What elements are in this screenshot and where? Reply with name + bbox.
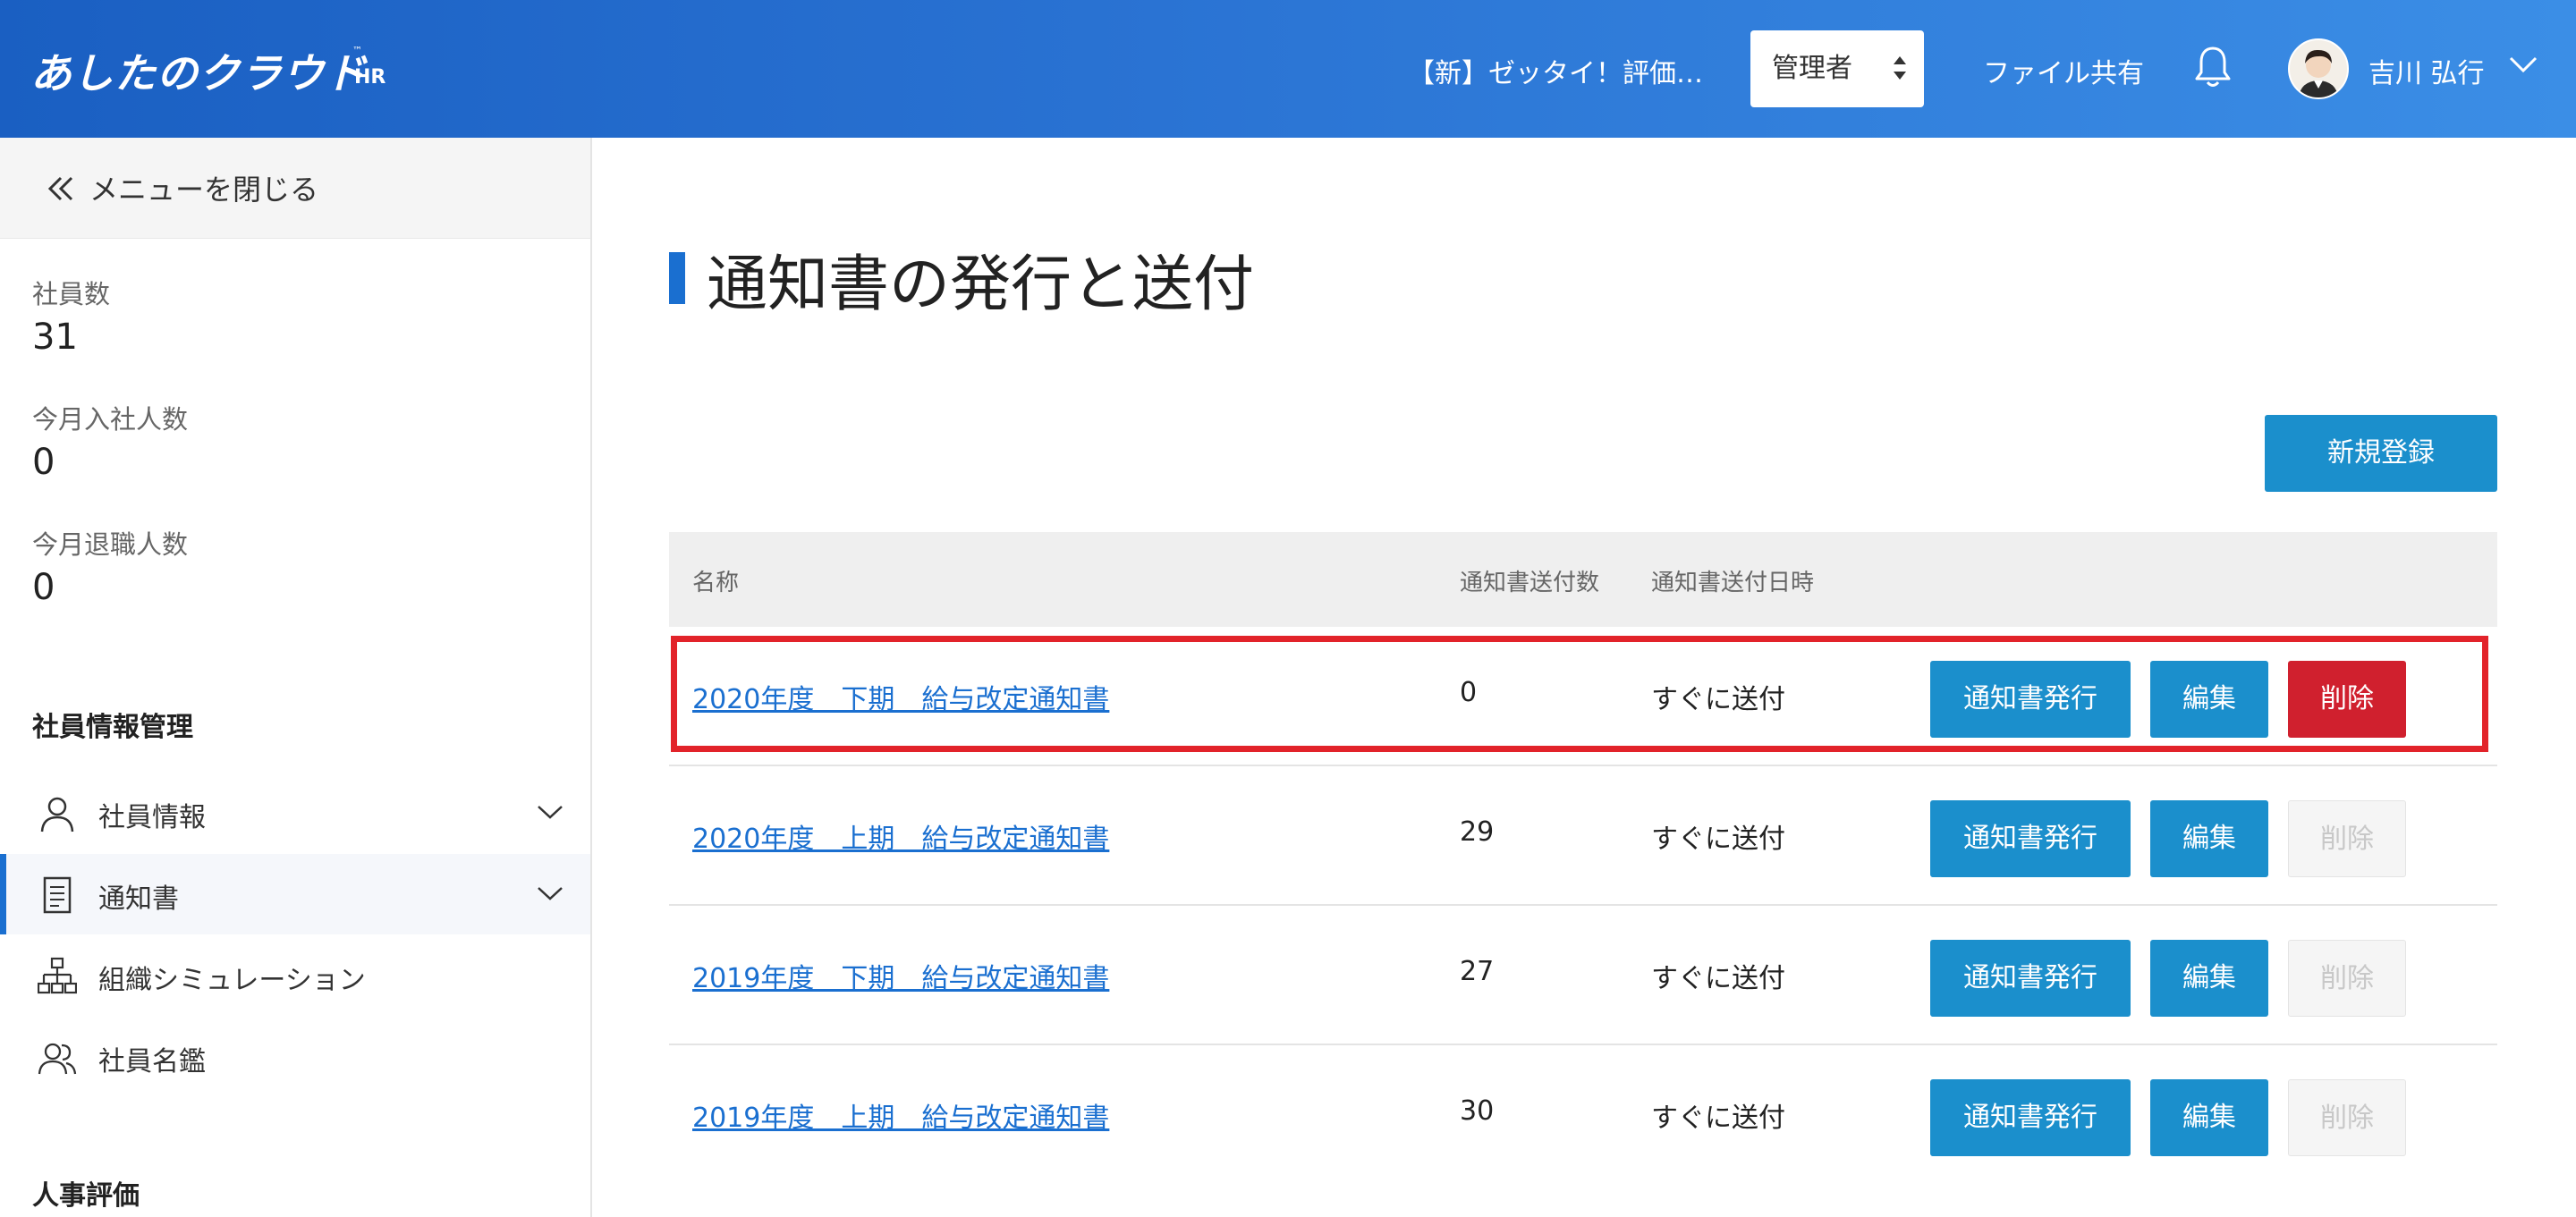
stat-label-retired: 今月退職人数 bbox=[32, 529, 189, 560]
delete-button-disabled: 削除 bbox=[2288, 800, 2406, 877]
table-row: 2020年度 下期 給与改定通知書 0 すぐに送付 通知書発行 編集 削除 bbox=[669, 627, 2497, 766]
sidebar-item-label: 組織シミュレーション bbox=[98, 965, 366, 996]
title-accent-bar bbox=[669, 252, 685, 304]
logo-text: あしたのクラウド bbox=[30, 49, 367, 97]
document-icon bbox=[43, 876, 72, 914]
notice-send-datetime: すぐに送付 bbox=[1651, 1103, 1785, 1134]
notice-name-link[interactable]: 2020年度 下期 給与改定通知書 bbox=[692, 677, 1109, 716]
section-evaluation: 人事評価 bbox=[32, 1180, 140, 1212]
select-arrows-icon bbox=[1894, 55, 1906, 81]
role-select-value: 管理者 bbox=[1772, 53, 1852, 84]
close-menu-label: メニューを閉じる bbox=[89, 173, 319, 207]
delete-button-disabled: 削除 bbox=[2288, 940, 2406, 1017]
sidebar-item-employee-info[interactable]: 社員情報 bbox=[0, 773, 590, 853]
section-employee-management: 社員情報管理 bbox=[32, 712, 193, 743]
edit-button[interactable]: 編集 bbox=[2150, 661, 2268, 738]
chevron-down-icon[interactable] bbox=[2508, 54, 2538, 75]
issue-notice-button[interactable]: 通知書発行 bbox=[1930, 940, 2131, 1017]
org-chart-icon bbox=[38, 957, 77, 994]
stat-value-retired: 0 bbox=[32, 567, 55, 608]
role-select[interactable]: 管理者 bbox=[1750, 30, 1924, 107]
stat-label-joined: 今月入社人数 bbox=[32, 404, 189, 435]
notice-send-datetime: すぐに送付 bbox=[1651, 824, 1785, 855]
user-name[interactable]: 吉川 弘行 bbox=[2368, 51, 2485, 90]
app-logo[interactable]: あしたのクラウド ™ HR bbox=[30, 41, 386, 97]
sidebar-item-label: 社員名鑑 bbox=[98, 1046, 206, 1078]
notice-send-count: 27 bbox=[1460, 956, 1495, 987]
notice-send-count: 29 bbox=[1460, 816, 1495, 848]
notice-name-link[interactable]: 2020年度 上期 給与改定通知書 bbox=[692, 816, 1109, 856]
stat-value-joined: 0 bbox=[32, 442, 55, 483]
file-share-link[interactable]: ファイル共有 bbox=[1983, 51, 2144, 90]
new-registration-button[interactable]: 新規登録 bbox=[2265, 415, 2497, 492]
chevron-down-icon[interactable] bbox=[537, 803, 564, 821]
top-header: あしたのクラウド ™ HR 【新】ゼッタイ！評価… 管理者 ファイル共有 吉川 … bbox=[0, 0, 2576, 138]
sidebar-item-label: 社員情報 bbox=[98, 802, 206, 833]
stat-value-employees: 31 bbox=[32, 317, 78, 358]
column-header-count: 通知書送付数 bbox=[1460, 570, 1600, 596]
notice-name-link[interactable]: 2019年度 下期 給与改定通知書 bbox=[692, 956, 1109, 995]
notice-send-datetime: すぐに送付 bbox=[1651, 684, 1785, 715]
issue-notice-button[interactable]: 通知書発行 bbox=[1930, 661, 2131, 738]
table-row: 2019年度 上期 給与改定通知書 30 すぐに送付 通知書発行 編集 削除 bbox=[669, 1045, 2497, 1185]
bell-icon[interactable] bbox=[2193, 45, 2233, 89]
notice-name-link[interactable]: 2019年度 上期 給与改定通知書 bbox=[692, 1095, 1109, 1135]
edit-button[interactable]: 編集 bbox=[2150, 940, 2268, 1017]
table-row: 2019年度 下期 給与改定通知書 27 すぐに送付 通知書発行 編集 削除 bbox=[669, 906, 2497, 1045]
sidebar-item-notices[interactable]: 通知書 bbox=[0, 854, 590, 934]
logo-suffix: HR bbox=[354, 66, 386, 89]
avatar-image bbox=[2299, 49, 2338, 97]
logo-trademark: ™ bbox=[352, 45, 362, 56]
edit-button[interactable]: 編集 bbox=[2150, 800, 2268, 877]
delete-button[interactable]: 削除 bbox=[2288, 661, 2406, 738]
edit-button[interactable]: 編集 bbox=[2150, 1079, 2268, 1156]
page-title: 通知書の発行と送付 bbox=[707, 249, 1255, 320]
notice-send-count: 30 bbox=[1460, 1095, 1495, 1127]
delete-button-disabled: 削除 bbox=[2288, 1079, 2406, 1156]
issue-notice-button[interactable]: 通知書発行 bbox=[1930, 800, 2131, 877]
notice-send-datetime: すぐに送付 bbox=[1651, 963, 1785, 994]
sidebar: メニューを閉じる 社員数 31 今月入社人数 0 今月退職人数 0 社員情報管理… bbox=[0, 138, 592, 1217]
chevron-down-icon[interactable] bbox=[537, 884, 564, 902]
notice-send-count: 0 bbox=[1460, 677, 1478, 708]
column-header-datetime: 通知書送付日時 bbox=[1651, 570, 1815, 596]
table-header: 名称 通知書送付数 通知書送付日時 bbox=[669, 532, 2497, 627]
sidebar-item-org-simulation[interactable]: 組織シミュレーション bbox=[0, 935, 590, 1016]
double-chevron-left-icon bbox=[47, 176, 73, 201]
close-menu-button[interactable]: メニューを閉じる bbox=[0, 138, 590, 239]
user-avatar[interactable] bbox=[2288, 38, 2349, 99]
company-name[interactable]: 【新】ゼッタイ！評価… bbox=[1408, 51, 1703, 90]
sidebar-item-employee-directory[interactable]: 社員名鑑 bbox=[0, 1017, 590, 1097]
person-icon bbox=[40, 797, 74, 832]
people-icon bbox=[38, 1043, 77, 1075]
sidebar-item-label: 通知書 bbox=[98, 883, 179, 915]
column-header-name: 名称 bbox=[692, 570, 740, 596]
table-row: 2020年度 上期 給与改定通知書 29 すぐに送付 通知書発行 編集 削除 bbox=[669, 766, 2497, 906]
issue-notice-button[interactable]: 通知書発行 bbox=[1930, 1079, 2131, 1156]
stat-label-employees: 社員数 bbox=[32, 279, 111, 309]
